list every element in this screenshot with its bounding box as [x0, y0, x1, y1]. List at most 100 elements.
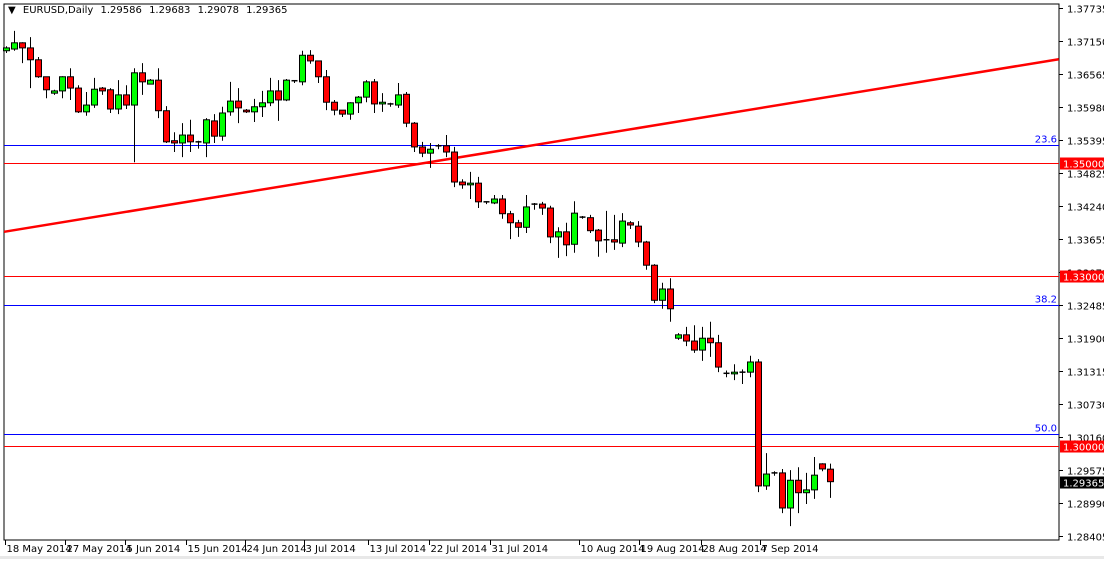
price-level-tag-label: 1.30000 — [1063, 443, 1104, 454]
candle-bearish — [155, 79, 162, 112]
candle-bearish — [99, 87, 106, 92]
candle-bearish — [275, 90, 282, 101]
candle-bullish — [395, 94, 402, 106]
candle-bullish — [811, 474, 818, 491]
candle-bullish — [259, 102, 266, 108]
candle-bearish — [707, 337, 714, 344]
candle-bullish — [523, 206, 530, 228]
candle-bearish — [795, 479, 802, 494]
candle-bearish — [667, 288, 674, 310]
candle-bearish — [611, 239, 618, 243]
candle-bearish — [515, 222, 522, 228]
candle-bearish — [627, 222, 634, 226]
x-tick-label: 3 Jul 2014 — [306, 544, 356, 555]
candle-bearish — [123, 94, 130, 106]
symbol-timeframe: EURUSD,Daily — [22, 5, 94, 16]
candle-bullish — [91, 88, 98, 106]
candle-bullish — [299, 54, 306, 83]
candle-bullish — [619, 220, 626, 244]
candlestick-chart[interactable]: 1.37735 1.37150 1.36565 1.35980 1.35395 1.348… — [0, 0, 1104, 559]
x-tick-label: 15 Jun 2014 — [188, 544, 248, 555]
candle-bearish — [35, 59, 42, 78]
candle-bullish — [203, 119, 210, 144]
y-tick-label: 1.28990 — [1067, 500, 1104, 511]
y-tick-label: 1.31315 — [1067, 368, 1104, 379]
current-price-label: 1.29365 — [1063, 479, 1104, 490]
candle-bullish — [59, 76, 66, 92]
chart-header: ▼ EURUSD,Daily 1.29586 1.29683 1.29078 1… — [8, 5, 292, 16]
y-tick-label: 1.30730 — [1067, 401, 1104, 412]
candle-bearish — [315, 60, 322, 78]
candle-bearish — [539, 203, 546, 209]
ohlc-high: 1.29683 — [149, 5, 191, 16]
x-tick-label: 24 Jun 2014 — [247, 544, 307, 555]
candle-bullish — [3, 47, 10, 52]
candle-bullish — [659, 288, 666, 301]
y-tick-label: 1.29575 — [1067, 467, 1104, 478]
y-tick-label: 1.35980 — [1067, 104, 1104, 115]
candle-bearish — [403, 93, 410, 124]
candle-bullish — [131, 72, 138, 106]
y-tick-label: 1.35395 — [1067, 137, 1104, 148]
candle-bearish — [371, 81, 378, 105]
candle-bullish — [763, 473, 770, 487]
candle-bullish — [363, 81, 370, 98]
candle-bearish — [235, 100, 242, 109]
y-tick-label: 1.36565 — [1067, 71, 1104, 82]
candle-bearish — [411, 122, 418, 148]
candle-bullish — [675, 334, 682, 339]
y-tick-label: 1.37150 — [1067, 38, 1104, 49]
candle-bullish — [571, 212, 578, 245]
candle-bearish — [635, 225, 642, 243]
fibonacci-level-label: 50.0 — [1035, 424, 1057, 435]
y-tick-label: 1.31900 — [1067, 335, 1104, 346]
y-tick-label: 1.32485 — [1067, 302, 1104, 313]
candle-bearish — [755, 361, 762, 487]
candle-bullish — [11, 42, 18, 50]
candle-bearish — [139, 72, 146, 83]
candle-bullish — [731, 371, 738, 375]
candle-bearish — [475, 182, 482, 203]
price-level-tag-label: 1.35000 — [1063, 160, 1104, 171]
fibonacci-level-label: 23.6 — [1035, 135, 1057, 146]
candle-bearish — [75, 87, 82, 113]
candle-bearish — [507, 213, 514, 224]
candle-bullish — [467, 182, 474, 186]
ohlc-close: 1.29365 — [246, 5, 288, 16]
y-tick-label: 1.34240 — [1067, 203, 1104, 214]
x-tick-label: 31 Jul 2014 — [492, 544, 549, 555]
candle-bullish — [787, 479, 794, 509]
candle-bullish — [347, 102, 354, 115]
candle-bearish — [587, 217, 594, 232]
x-tick-label: 22 Jul 2014 — [431, 544, 488, 555]
candle-bearish — [171, 140, 178, 144]
candle-bullish — [267, 90, 274, 104]
x-tick-label: 27 May 2014 — [67, 544, 132, 555]
candle-bearish — [779, 472, 786, 509]
candle-bearish — [323, 76, 330, 103]
candle-bullish — [491, 198, 498, 204]
candle-bearish — [419, 146, 426, 154]
triangle-down-icon[interactable]: ▼ — [8, 5, 16, 16]
candle-bearish — [643, 241, 650, 266]
candle-bullish — [83, 104, 90, 113]
chart-window: ▼ EURUSD,Daily 1.29586 1.29683 1.29078 1… — [0, 0, 1104, 559]
candle-bearish — [307, 54, 314, 62]
candle-bullish — [555, 231, 562, 238]
candle-bearish — [19, 42, 26, 49]
candle-bearish — [211, 120, 218, 137]
x-tick-label: 5 Jun 2014 — [127, 544, 181, 555]
candle-bullish — [283, 79, 290, 101]
candle-bearish — [43, 76, 50, 91]
candle-bearish — [107, 89, 114, 110]
x-tick-label: 19 Aug 2014 — [641, 544, 705, 555]
candle-bearish — [715, 342, 722, 368]
candle-bearish — [691, 340, 698, 351]
candle-bullish — [699, 337, 706, 351]
ohlc-low: 1.29078 — [197, 5, 239, 16]
x-tick-label: 13 Jul 2014 — [370, 544, 427, 555]
price-level-tag-label: 1.33000 — [1063, 273, 1104, 284]
candle-bearish — [459, 181, 466, 186]
candle-bearish — [163, 110, 170, 143]
candle-bearish — [683, 334, 690, 342]
